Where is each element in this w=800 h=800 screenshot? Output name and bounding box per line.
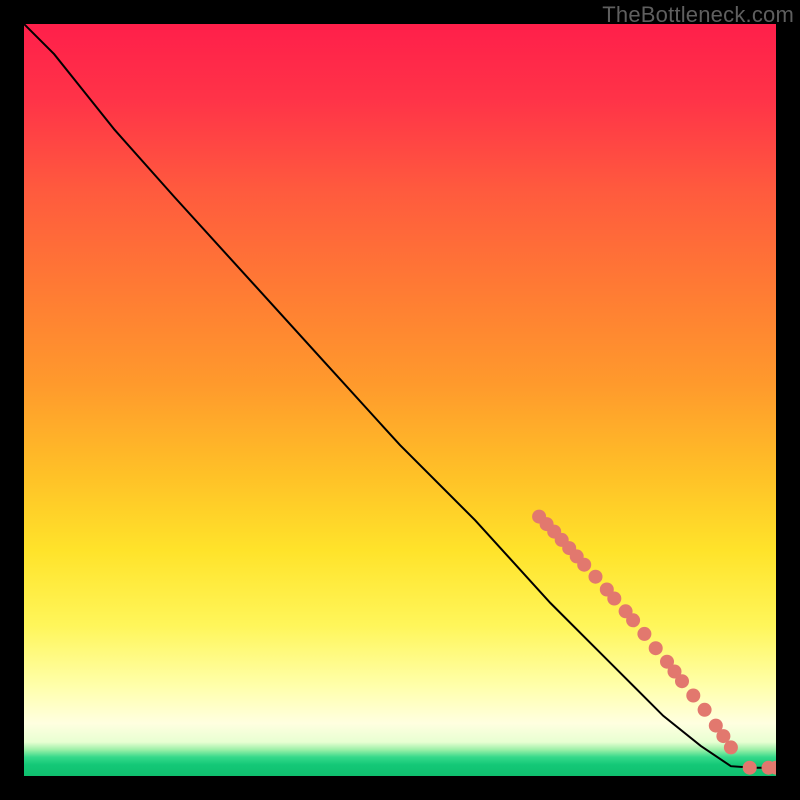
data-marker <box>577 558 591 572</box>
data-marker <box>724 740 738 754</box>
data-marker <box>626 613 640 627</box>
data-marker <box>743 761 757 775</box>
curve-markers <box>532 510 776 775</box>
data-marker <box>589 570 603 584</box>
data-marker <box>698 703 712 717</box>
data-marker <box>675 674 689 688</box>
chart-stage: TheBottleneck.com <box>0 0 800 800</box>
plot-area <box>24 24 776 776</box>
chart-overlay <box>24 24 776 776</box>
watermark-text: TheBottleneck.com <box>602 2 794 28</box>
data-marker <box>637 627 651 641</box>
data-marker <box>686 689 700 703</box>
data-marker <box>649 641 663 655</box>
data-marker <box>607 592 621 606</box>
